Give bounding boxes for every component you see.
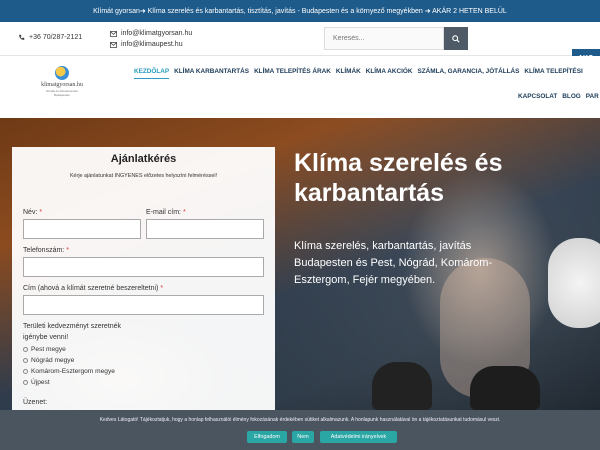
- discount-label-2: igénybe venni!: [23, 334, 69, 341]
- search-button[interactable]: [444, 27, 468, 50]
- email-label: E-mail cím: *: [146, 209, 186, 216]
- email-text-1: info@klimatgyorsan.hu: [121, 30, 193, 37]
- radio-label: Komárom-Esztergom megye: [31, 368, 115, 375]
- required-mark: *: [66, 247, 69, 254]
- hero-title: Klíma szerelés és karbantartás: [294, 149, 503, 207]
- name-field[interactable]: [23, 219, 141, 239]
- radio-komarom[interactable]: Komárom-Esztergom megye: [23, 368, 115, 375]
- nav-item-szamla-garancia[interactable]: SZÁMLA, GARANCIA, JÓTÁLLÁS: [417, 68, 519, 79]
- quote-request-form: Ajánlatkérés Kérje ajánlatunkat INGYENES…: [12, 147, 275, 410]
- email-label-text: E-mail cím:: [146, 209, 181, 216]
- logo-subtext: klímák és klímaszerelés Budapesten: [46, 89, 78, 97]
- main-nav: KEZDŐLAP KLÍMA KARBANTARTÁS KLÍMA TELEPÍ…: [134, 68, 583, 79]
- nav-item-telepites-arak[interactable]: KLÍMA TELEPÍTÉS ÁRAK: [254, 68, 331, 79]
- form-title: Ajánlatkérés: [110, 153, 177, 165]
- cookie-accept-button[interactable]: Elfogadom: [247, 431, 287, 443]
- contact-strip: +36 70/287-2121 info@klimatgyorsan.hu in…: [0, 22, 600, 69]
- email-text-2: info@klimaupest.hu: [121, 41, 183, 48]
- required-mark: *: [182, 209, 186, 216]
- hero-photo-earmuff: [548, 238, 600, 328]
- form-lead: Kérje ajánlatunkat INGYENES előzetes hel…: [69, 173, 218, 179]
- envelope-icon: [110, 41, 117, 48]
- email-field[interactable]: [146, 219, 264, 239]
- site-header: klimatgyorsan.hu klímák és klímaszerelés…: [0, 56, 600, 118]
- phone-field[interactable]: [23, 257, 264, 277]
- radio-circle-icon: [23, 358, 28, 363]
- hero-subtitle: Klíma szerelés, karbantartás, javítás Bu…: [294, 240, 493, 286]
- nav-item-klimak[interactable]: KLÍMÁK: [336, 68, 361, 79]
- cookie-deny-button[interactable]: Nem: [292, 431, 314, 443]
- radio-label: Újpest: [31, 379, 50, 386]
- hero-photo-glove-right: [470, 366, 540, 410]
- address-field[interactable]: [23, 295, 264, 315]
- name-label-text: Név:: [23, 209, 38, 216]
- nav-item-blog[interactable]: BLOG: [562, 93, 580, 100]
- search-input[interactable]: [324, 27, 444, 50]
- radio-pest[interactable]: Pest megye: [23, 346, 66, 353]
- radio-circle-icon: [23, 347, 28, 352]
- nav-item-karbantartas[interactable]: KLÍMA KARBANTARTÁS: [174, 68, 249, 79]
- nav-item-kezdolap[interactable]: KEZDŐLAP: [134, 68, 170, 79]
- radio-label: Pest megye: [31, 346, 66, 353]
- radio-label: Nógrád megye: [31, 357, 75, 364]
- name-label: Név: *: [23, 209, 42, 216]
- logo-text: klimatgyorsan.hu: [41, 82, 83, 88]
- cookie-banner: Kedves Látogató! Tájékoztatjuk, hogy a h…: [0, 410, 600, 450]
- hero-photo-glove-left: [372, 362, 432, 410]
- radio-nograd[interactable]: Nógrád megye: [23, 357, 74, 364]
- nav-item-akciok[interactable]: KLÍMA AKCIÓK: [366, 68, 413, 79]
- secondary-nav: KAPCSOLAT BLOG PAR: [518, 93, 599, 100]
- privacy-policy-button[interactable]: Adatvédelmi irányelvek: [320, 431, 397, 443]
- search-icon: [452, 34, 460, 43]
- phone-number: +36 70/287-2121: [29, 34, 83, 41]
- phone-label: Telefonszám: *: [23, 247, 69, 254]
- nav-item-kapcsolat[interactable]: KAPCSOLAT: [518, 93, 557, 100]
- phone-link[interactable]: +36 70/287-2121: [18, 34, 82, 41]
- announcement-bar: Klímát gyorsan➜ Klíma szerelés és karban…: [0, 0, 600, 22]
- radio-circle-icon: [23, 380, 28, 385]
- phone-label-text: Telefonszám:: [23, 247, 65, 254]
- address-label-text: Cím (ahová a klímát szeretné beszereltet…: [23, 285, 159, 292]
- discount-label-1: Területi kedvezményt szeretnék: [23, 323, 122, 330]
- required-mark: *: [39, 209, 43, 216]
- announcement-text: Klímát gyorsan➜ Klíma szerelés és karban…: [93, 8, 507, 15]
- radio-circle-icon: [23, 369, 28, 374]
- logo-mark-icon: [55, 66, 69, 80]
- radio-ujpest[interactable]: Újpest: [23, 379, 50, 386]
- address-label: Cím (ahová a klímát szeretné beszereltet…: [23, 285, 163, 292]
- envelope-icon: [110, 30, 117, 37]
- email-link-2[interactable]: info@klimaupest.hu: [110, 39, 192, 50]
- email-list: info@klimatgyorsan.hu info@klimaupest.hu: [110, 28, 192, 50]
- nav-item-telepitesi[interactable]: KLÍMA TELEPÍTÉSI: [524, 68, 582, 79]
- cookie-text: Kedves Látogató! Tájékoztatjuk, hogy a h…: [99, 417, 501, 423]
- phone-icon: [19, 34, 25, 40]
- email-link-1[interactable]: info@klimatgyorsan.hu: [110, 28, 192, 39]
- message-label: Üzenet:: [23, 399, 48, 406]
- site-logo[interactable]: klimatgyorsan.hu klímák és klímaszerelés…: [38, 66, 86, 106]
- nav-item-par[interactable]: PAR: [586, 93, 599, 100]
- required-mark: *: [160, 285, 164, 292]
